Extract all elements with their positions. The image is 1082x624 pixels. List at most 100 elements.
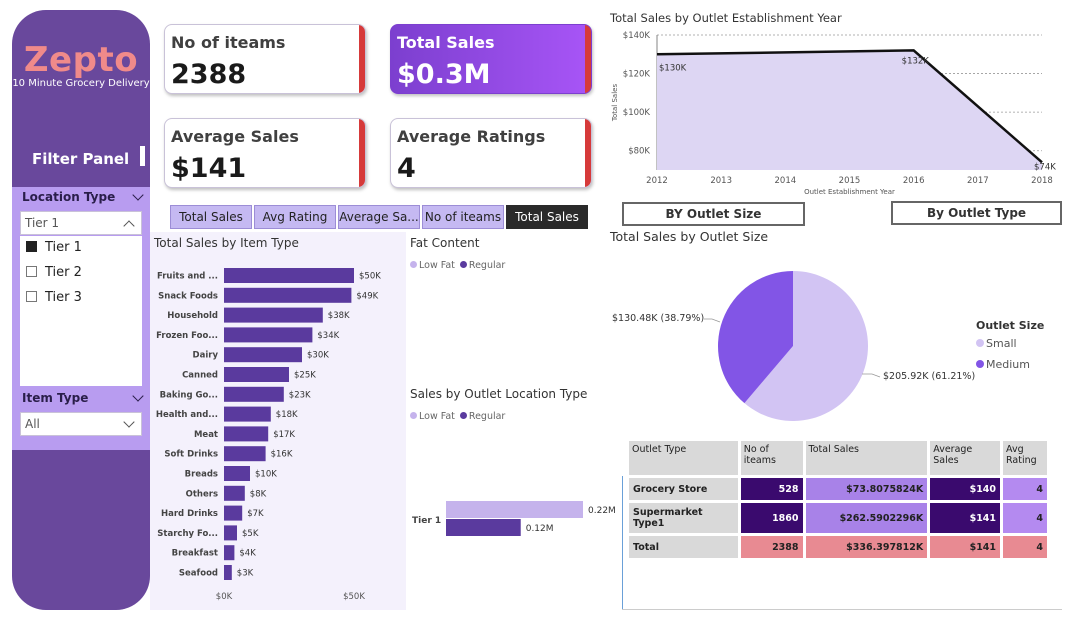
tab-no-of-items[interactable]: No of iteams <box>422 205 504 229</box>
table-total-row: Total 2388 $336.397812K $141 4 <box>629 536 1047 558</box>
x-tick-label: $50K <box>343 592 365 602</box>
checkbox-checked[interactable] <box>26 241 37 252</box>
bar-category-label: Household <box>167 311 218 321</box>
chevron-down-icon[interactable] <box>123 416 135 428</box>
bar-category-label: Canned <box>182 371 218 381</box>
location-type-options: Tier 1 Tier 2 Tier 3 <box>20 236 142 386</box>
item-type-dropdown[interactable]: All <box>20 412 142 436</box>
bar-0 <box>224 268 354 283</box>
filter-sidebar: Zepto 10 Minute Grocery Delivery Filter … <box>12 10 150 610</box>
bar-category-label: Seafood <box>179 569 218 579</box>
chevron-up-icon[interactable] <box>123 220 135 232</box>
bar-category-label: Meat <box>194 430 218 440</box>
kpi-accent <box>585 119 591 187</box>
legend-label: Regular <box>468 411 506 422</box>
bar-12 <box>224 505 243 521</box>
bar-3 <box>224 327 313 343</box>
kpi-card-average-sales: Average Sales $141 <box>164 118 366 188</box>
legend-dot-low-fat <box>410 412 417 419</box>
kpi-accent <box>359 25 365 93</box>
bar-category-label: Snack Foods <box>158 291 218 301</box>
location-type-dropdown[interactable]: Tier 1 <box>20 211 142 235</box>
legend-dot-low-fat <box>410 261 417 268</box>
brand-logo: Zepto <box>23 40 139 80</box>
x-tick-label: 2014 <box>775 176 797 186</box>
bar-category-label: Breakfast <box>172 549 218 559</box>
item-type-bar-chart: Fruits and ... $50K Snack Foods $49K Househo… <box>156 268 381 602</box>
table-cell: $140 <box>930 478 1001 500</box>
by-outlet-size-button[interactable]: BY Outlet Size <box>622 202 805 226</box>
table-cell: Grocery Store <box>629 478 738 500</box>
bar-5 <box>224 367 289 382</box>
table-cell: $141 <box>930 536 1001 558</box>
bar-9 <box>224 446 266 462</box>
kpi-value: $141 <box>171 153 247 184</box>
location-type-slicer-header[interactable]: Location Type <box>12 187 150 207</box>
y-tick-label: $80K <box>628 147 650 157</box>
bar-data-label: $16K <box>271 450 293 460</box>
checkbox[interactable] <box>26 266 37 277</box>
option-tier-2[interactable]: Tier 2 <box>26 265 82 280</box>
bar-category-label: Hard Drinks <box>161 509 218 519</box>
checkbox[interactable] <box>26 291 37 302</box>
item-type-slicer: Item Type All <box>12 388 150 450</box>
bar-data-label: 0.22M <box>588 506 616 516</box>
bar-6 <box>224 386 284 402</box>
tab-total-sales[interactable]: Total Sales <box>170 205 252 229</box>
bar-data-label: $8K <box>250 489 267 499</box>
column-header[interactable]: Avg Rating <box>1003 441 1047 475</box>
point-label: $132K <box>902 56 930 66</box>
table-cell: $262.5902296K <box>805 503 928 533</box>
brand-tagline: 10 Minute Grocery Delivery <box>12 78 150 89</box>
bar-category-label: Soft Drinks <box>164 450 218 460</box>
option-label: Tier 1 <box>45 240 82 255</box>
kpi-label: No of iteams <box>171 33 286 52</box>
point-label: $130K <box>659 63 687 73</box>
legend-dot <box>976 360 984 368</box>
option-tier-1[interactable]: Tier 1 <box>26 240 82 255</box>
location-type-selected: Tier 1 <box>25 216 60 230</box>
bar-data-label: $7K <box>247 509 264 519</box>
column-header[interactable]: Outlet Type <box>629 441 738 475</box>
chevron-down-icon[interactable] <box>132 390 144 402</box>
x-tick-label: 2016 <box>903 176 925 186</box>
pie-legend-label: Medium <box>986 358 1030 371</box>
x-tick-label: 2015 <box>839 176 861 186</box>
option-label: Tier 2 <box>45 265 82 280</box>
bar-data-label: $30K <box>307 351 329 361</box>
option-tier-3[interactable]: Tier 3 <box>26 290 82 305</box>
bar-4 <box>224 347 302 363</box>
bar-category-label: Health and... <box>156 410 218 420</box>
outlet-size-pie-chart: $205.92K (61.21%) $130.48K (38.79%) Outlet… <box>612 271 1044 421</box>
location-chart-title: Sales by Outlet Location Type <box>410 387 588 401</box>
item-type-chart-title: Total Sales by Item Type <box>154 236 299 250</box>
tab-total-sales-active[interactable]: Total Sales <box>506 205 588 229</box>
legend-label: Regular <box>468 260 506 271</box>
pie-data-label: $130.48K (38.79%) <box>612 313 704 324</box>
table-cell: 4 <box>1003 503 1047 533</box>
item-type-slicer-header[interactable]: Item Type <box>12 388 150 408</box>
bar-14 <box>224 545 235 561</box>
tab-average-sales[interactable]: Average Sa... <box>338 205 420 229</box>
category-label: Tier 1 <box>412 516 441 526</box>
bar-category-label: Dairy <box>193 351 219 361</box>
column-header[interactable]: Total Sales <box>805 441 928 475</box>
kpi-value: 4 <box>397 153 416 184</box>
x-tick-label: 2018 <box>1031 176 1053 186</box>
column-header[interactable]: No of iteams <box>740 441 803 475</box>
fat-content-title: Fat Content <box>410 236 480 250</box>
bar-1 <box>224 287 352 303</box>
pie-legend-label: Small <box>986 337 1017 350</box>
kpi-card-average-ratings: Average Ratings 4 <box>390 118 592 188</box>
kpi-card-total-sales: Total Sales $0.3M <box>390 24 592 94</box>
x-tick-label: 2013 <box>710 176 732 186</box>
column-header[interactable]: Average Sales <box>930 441 1001 475</box>
chevron-down-icon[interactable] <box>132 189 144 201</box>
divider <box>622 609 1062 610</box>
bar-category-label: Breads <box>185 470 218 480</box>
bar-data-label: $17K <box>273 430 295 440</box>
pie-data-label: $205.92K (61.21%) <box>883 371 975 382</box>
tab-avg-rating[interactable]: Avg Rating <box>254 205 336 229</box>
bar-data-label: $10K <box>255 470 277 480</box>
by-outlet-type-button[interactable]: By Outlet Type <box>891 201 1062 225</box>
